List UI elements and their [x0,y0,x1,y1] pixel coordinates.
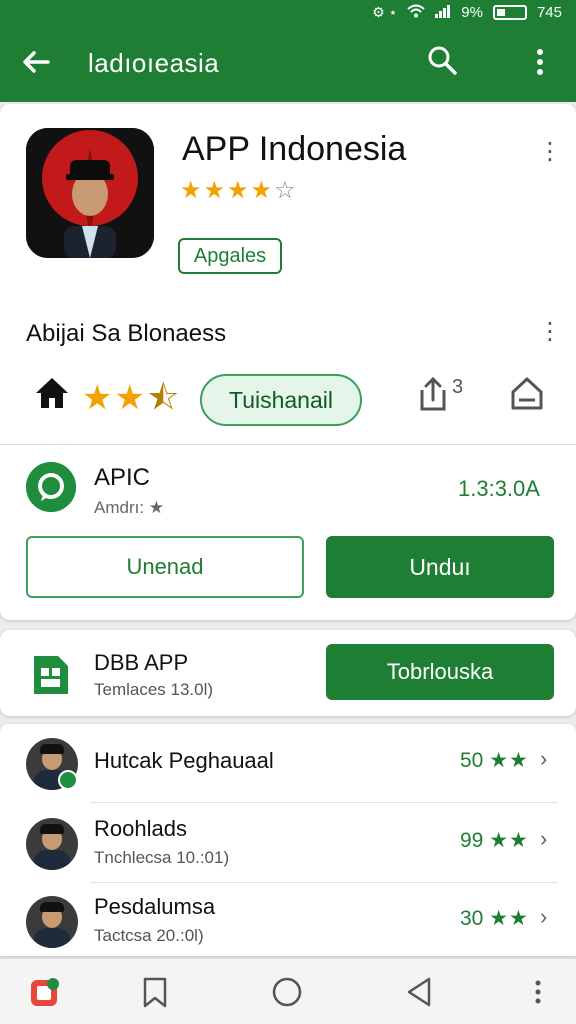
chat-app-icon [26,462,76,512]
battery-icon [492,4,527,20]
app-icon[interactable] [26,128,154,258]
primary-pill-button[interactable]: Tuishanail [200,374,362,426]
secondary-rating-stars: ★★⯪ [82,379,182,417]
uninstall-button[interactable]: Unenad [26,536,304,598]
list-item-score: 99 ★★ [460,829,529,852]
app-bar-title: ladıoıeasia [88,48,220,78]
list-item-title: Pesdalumsa [94,894,216,919]
list-item-subtitle: Tnchlecsa 10.:01) [94,848,230,867]
search-icon[interactable] [424,42,460,78]
developer-more-icon[interactable]: ⋮ [538,320,562,344]
back-triangle-icon[interactable] [402,975,436,1009]
chevron-right-icon: › [540,904,548,929]
package-subtitle: Amdrı: ★ [94,498,165,517]
nav-more-icon[interactable] [528,975,562,1009]
list-item[interactable]: Roohlads Tnchlecsa 10.:01) 99 ★★ › [0,804,576,882]
more-vert-icon[interactable] [526,44,554,80]
home-circle-icon[interactable] [270,975,304,1009]
list-item-title: Roohlads [94,816,187,841]
related-list: Hutcak Peghauaal 50 ★★ › Roohlads Tnchle… [0,724,576,956]
list-item-score: 50 ★★ [460,749,529,772]
list-divider [90,802,558,803]
section-divider [0,444,576,445]
promo-name: DBB APP [94,650,189,675]
chevron-right-icon: › [540,826,548,851]
wifi-icon [407,4,425,21]
developer-name: Abijai Sa Blonaess [26,320,227,347]
list-item-score: 30 ★★ [460,907,529,930]
share-count: 3 [452,376,464,398]
battery-percent: 9% [461,3,483,21]
system-nav-bar [0,958,576,1024]
chevron-right-icon: › [540,746,548,771]
share-icon[interactable] [416,376,450,412]
app-category-chip[interactable]: Apgales [178,238,282,274]
status-icons: ⚙ ⋆ [372,3,398,20]
list-item[interactable]: Pesdalumsa Tactcsa 20.:0l) 30 ★★ › [0,882,576,960]
app-more-icon[interactable]: ⋮ [538,140,562,164]
bookmark-icon[interactable] [138,975,172,1009]
clock: 745 [536,3,562,21]
promo-card: DBB APP Temlaces 13.0l) Tobrlouska [0,630,576,716]
avatar [26,818,78,870]
back-arrow-icon[interactable] [18,44,54,80]
list-item-title: Hutcak Peghauaal [94,748,274,773]
signal-icon [435,4,451,21]
bell-icon[interactable] [510,376,544,412]
package-version: 1.3:3.0A [458,476,540,501]
promo-subtitle: Temlaces 13.0l) [94,680,214,699]
status-bar: ⚙ ⋆ 9% 745 [0,0,576,24]
promo-action-button[interactable]: Tobrlouska [326,644,554,700]
download-button[interactable]: Unduı [326,536,554,598]
app-switch-icon[interactable] [28,975,62,1009]
app-rating-stars: ★★★★☆ [180,177,298,204]
list-item[interactable]: Hutcak Peghauaal 50 ★★ › [0,724,576,802]
play-badge-icon [58,770,78,790]
avatar [26,896,78,948]
app-name: APP Indonesia [182,130,407,168]
list-item-subtitle: Tactcsa 20.:0l) [94,926,204,945]
home-icon[interactable] [34,376,70,410]
package-name: APIC [94,464,151,491]
app-bar: ladıoıeasia [0,24,576,102]
app-detail-card: APP Indonesia ★★★★☆ ⋮ Apgales Abijai Sa … [0,104,576,620]
sim-card-icon [28,652,72,698]
